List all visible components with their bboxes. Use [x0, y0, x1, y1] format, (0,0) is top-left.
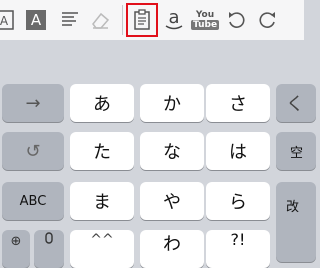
key-label: ABC [19, 193, 47, 209]
svg-text:A: A [0, 14, 9, 28]
globe-key[interactable]: ⊕ [2, 230, 30, 268]
key-label: あ [93, 94, 111, 115]
microphone-key[interactable] [34, 230, 64, 268]
key-ka[interactable]: か [140, 84, 204, 122]
key-label: な [163, 142, 181, 163]
key-label: → [25, 92, 41, 114]
amazon-icon[interactable]: a [162, 6, 186, 34]
abc-key[interactable]: ABC [2, 182, 64, 220]
toolbar-divider [122, 5, 123, 35]
key-label: か [163, 94, 181, 115]
text-format-icon[interactable]: A [0, 6, 16, 34]
next-candidate-key[interactable]: → [2, 84, 64, 122]
space-key[interactable]: 空 [276, 132, 316, 170]
key-label: 改 [286, 200, 300, 215]
key-punctuation[interactable]: ?! [206, 230, 270, 268]
key-label: や [163, 192, 181, 213]
key-label: は [229, 142, 247, 163]
key-label: ?! [230, 230, 246, 249]
youtube-logo-top: You [195, 9, 215, 20]
redo-icon[interactable] [256, 6, 280, 34]
key-label: ^^ [90, 232, 114, 248]
key-label: わ [163, 234, 181, 255]
key-label: ま [93, 192, 111, 213]
key-ra[interactable]: ら [206, 182, 270, 220]
key-wa[interactable]: わ [140, 230, 204, 268]
key-ha[interactable]: は [206, 132, 270, 170]
key-ya[interactable]: や [140, 182, 204, 220]
key-label: ら [229, 192, 247, 213]
delete-key[interactable]: く [276, 84, 316, 122]
key-na[interactable]: な [140, 132, 204, 170]
key-small-kana[interactable]: ^^ [70, 230, 134, 268]
paste-clipboard-icon[interactable] [126, 3, 158, 37]
undo-key[interactable]: ↺ [2, 132, 64, 170]
key-a[interactable]: あ [70, 84, 134, 122]
key-sa[interactable]: さ [206, 84, 270, 122]
key-label: ⊕ [10, 234, 22, 249]
key-label: さ [229, 94, 247, 115]
key-label: ↺ [25, 140, 41, 162]
key-label: く [286, 94, 304, 115]
key-label: 空 [290, 145, 304, 161]
key-ma[interactable]: ま [70, 182, 134, 220]
youtube-icon[interactable]: You Tube [190, 6, 220, 34]
keyboard: → あ か さ く ↺ た な は 空 ABC ま や ら 改 ⊕ ^^ わ ?… [0, 40, 316, 268]
align-lines-icon[interactable] [58, 6, 82, 34]
key-label: た [93, 142, 111, 163]
return-key[interactable]: 改 [276, 182, 316, 262]
microphone-icon [45, 232, 53, 244]
text-style-a-icon[interactable]: A [24, 6, 48, 34]
youtube-logo-bottom: Tube [190, 19, 220, 30]
undo-icon[interactable] [224, 6, 248, 34]
eraser-icon[interactable] [88, 6, 112, 34]
key-ta[interactable]: た [70, 132, 134, 170]
text-style-label: A [26, 10, 46, 30]
keyboard-toolbar: A A a You Tube [0, 0, 304, 40]
